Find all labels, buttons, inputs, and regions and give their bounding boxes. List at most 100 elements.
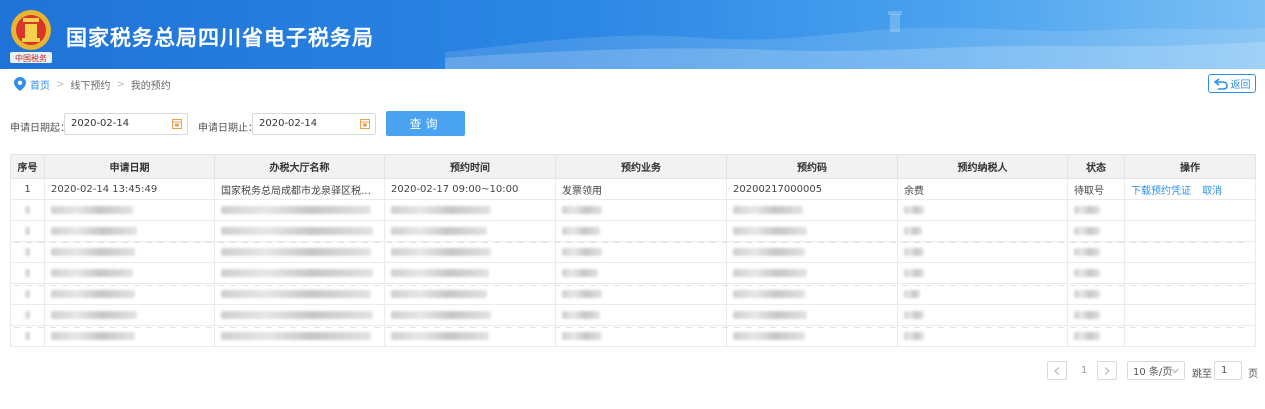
redacted-text xyxy=(51,247,135,256)
cell-business: 发票领用 xyxy=(555,178,727,200)
redacted-text xyxy=(25,205,30,214)
table-row-blurred xyxy=(10,325,1256,347)
column-header-status: 状态 xyxy=(1067,154,1125,179)
redacted-text xyxy=(51,226,137,235)
redacted-text xyxy=(562,289,602,298)
redacted-text xyxy=(1074,331,1100,340)
column-header-time: 预约时间 xyxy=(384,154,556,179)
prev-page-button[interactable] xyxy=(1047,361,1067,380)
column-header-business: 预约业务 xyxy=(555,154,727,179)
column-header-code: 预约码 xyxy=(726,154,898,179)
redacted-text xyxy=(25,310,30,319)
redacted-text xyxy=(904,310,924,319)
end-date-input[interactable]: 2020-02-14 xyxy=(252,113,376,135)
chevron-down-icon xyxy=(1171,368,1179,374)
redacted-text xyxy=(733,247,805,256)
breadcrumb-my-booking: 我的预约 xyxy=(130,80,171,92)
start-date-label: 申请日期起： xyxy=(10,123,70,134)
jump-page-value: 1 xyxy=(1221,365,1228,376)
column-header-hall: 办税大厅名称 xyxy=(214,154,385,179)
breadcrumb-home[interactable]: 首页 xyxy=(30,77,50,92)
redacted-text xyxy=(391,247,491,256)
breadcrumb: 首页 > 线下预约 > 我的预约 xyxy=(14,77,171,92)
site-title: 国家税务总局四川省电子税务局 xyxy=(66,26,374,50)
back-button[interactable]: 返回 xyxy=(1208,74,1256,93)
redacted-text xyxy=(391,226,487,235)
cell-code: 20200217000005 xyxy=(726,178,898,200)
column-header-taxpayer: 预约纳税人 xyxy=(897,154,1068,179)
current-page[interactable]: 1 xyxy=(1081,365,1087,376)
table-row-blurred xyxy=(10,283,1256,305)
redacted-text xyxy=(391,205,491,214)
search-button[interactable]: 查询 xyxy=(386,111,465,136)
great-wall-graphic xyxy=(445,11,1265,69)
redacted-text xyxy=(562,205,602,214)
page-size-value: 10 条/页 xyxy=(1133,367,1173,378)
redacted-text xyxy=(904,268,924,277)
redacted-text xyxy=(221,247,371,256)
redacted-text xyxy=(221,331,371,340)
cell-taxpayer: 余费 xyxy=(897,178,1068,200)
start-date-value: 2020-02-14 xyxy=(71,118,130,129)
column-header-date: 申请日期 xyxy=(44,154,215,179)
redacted-text xyxy=(904,226,922,235)
table-row: 1 2020-02-14 13:45:49 国家税务总局成都市龙泉驿区税务局..… xyxy=(10,178,1256,200)
redacted-text xyxy=(562,331,602,340)
redacted-text xyxy=(904,247,924,256)
redacted-text xyxy=(733,268,807,277)
tax-emblem-logo: 中国税务 xyxy=(10,10,52,63)
redacted-text xyxy=(733,289,805,298)
redacted-text xyxy=(25,226,30,235)
jump-label: 跳至 xyxy=(1192,369,1212,380)
table-header-row: 序号 申请日期 办税大厅名称 预约时间 预约业务 预约码 预约纳税人 状态 操作 xyxy=(10,154,1256,179)
divider xyxy=(14,242,1244,243)
redacted-text xyxy=(733,310,807,319)
redacted-text xyxy=(221,226,373,235)
end-date-label: 申请日期止： xyxy=(198,123,258,134)
breadcrumb-offline-booking[interactable]: 线下预约 xyxy=(70,77,110,92)
header-banner: 中国税务 国家税务总局四川省电子税务局 xyxy=(0,0,1265,69)
next-page-button[interactable] xyxy=(1097,361,1117,380)
redacted-text xyxy=(51,205,133,214)
breadcrumb-separator: > xyxy=(56,78,65,90)
redacted-text xyxy=(391,289,487,298)
redacted-text xyxy=(733,205,803,214)
redacted-text xyxy=(904,205,924,214)
redacted-text xyxy=(562,226,600,235)
redacted-text xyxy=(221,289,371,298)
calendar-icon xyxy=(360,119,370,129)
table-row-blurred xyxy=(10,199,1256,221)
jump-page-input[interactable]: 1 xyxy=(1214,361,1242,380)
cell-actions: 下载预约凭证 取消 xyxy=(1124,178,1256,200)
redacted-text xyxy=(1074,226,1100,235)
emblem-text: 中国税务 xyxy=(15,53,47,63)
redacted-text xyxy=(733,226,807,235)
table-row-blurred xyxy=(10,241,1256,263)
return-arrow-icon xyxy=(1213,77,1228,90)
divider xyxy=(14,285,1244,286)
chevron-left-icon xyxy=(1054,366,1060,375)
table-row-blurred xyxy=(10,304,1256,326)
redacted-text xyxy=(25,289,30,298)
download-voucher-link[interactable]: 下载预约凭证 xyxy=(1131,186,1191,197)
cancel-link[interactable]: 取消 xyxy=(1202,186,1222,197)
redacted-text xyxy=(25,268,30,277)
redacted-text xyxy=(562,268,598,277)
page-size-select[interactable]: 10 条/页 xyxy=(1127,361,1185,380)
start-date-input[interactable]: 2020-02-14 xyxy=(64,113,188,135)
cell-index: 1 xyxy=(10,178,45,200)
cell-status: 待取号 xyxy=(1067,178,1125,200)
redacted-text xyxy=(562,247,602,256)
redacted-text xyxy=(391,331,489,340)
calendar-icon xyxy=(172,119,182,129)
redacted-text xyxy=(904,331,924,340)
redacted-text xyxy=(391,268,489,277)
booking-table: 序号 申请日期 办税大厅名称 预约时间 预约业务 预约码 预约纳税人 状态 操作… xyxy=(10,154,1256,347)
end-date-value: 2020-02-14 xyxy=(259,118,318,129)
redacted-text xyxy=(391,310,491,319)
redacted-text xyxy=(1074,205,1100,214)
redacted-text xyxy=(562,310,600,319)
redacted-text xyxy=(51,331,135,340)
redacted-text xyxy=(25,331,30,340)
redacted-text xyxy=(733,331,805,340)
